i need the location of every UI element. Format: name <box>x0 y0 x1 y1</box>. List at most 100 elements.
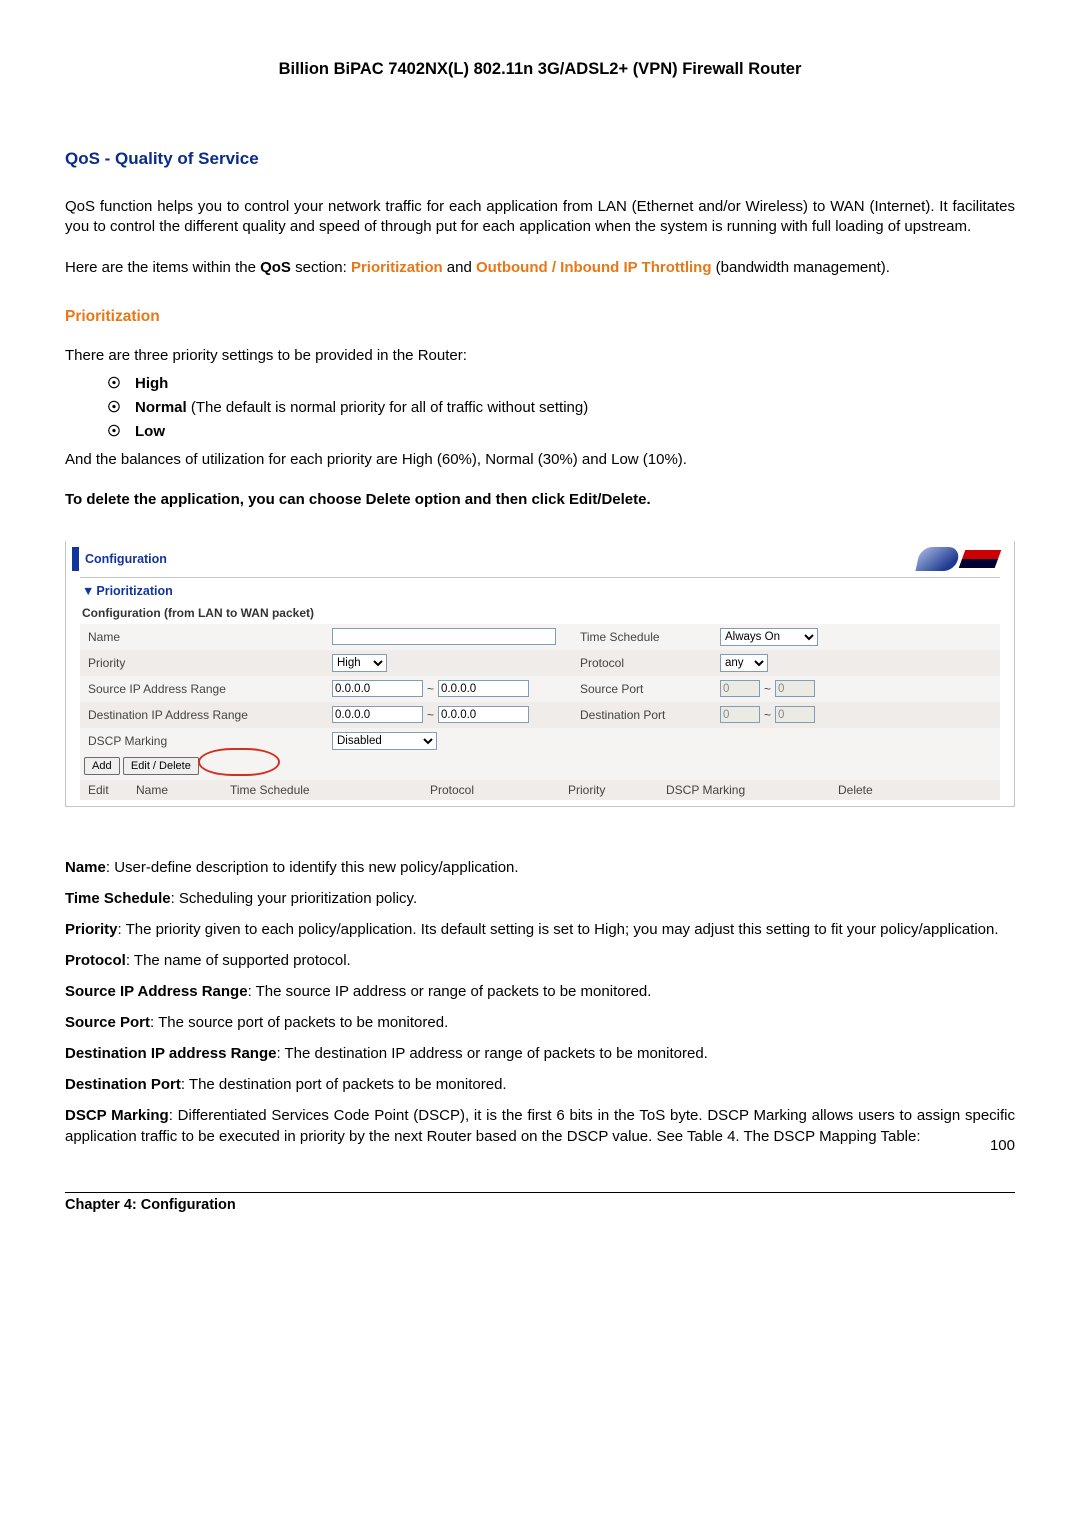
label-dscp: DSCP Marking <box>84 733 328 749</box>
def-desc: : The priority given to each policy/appl… <box>118 921 999 938</box>
triangle-down-icon: ▼ <box>82 584 94 598</box>
add-button[interactable]: Add <box>84 757 120 775</box>
footer-chapter: Chapter 4: Configuration <box>65 1197 236 1213</box>
bullet-normal-desc: (The default is normal priority for all … <box>187 399 589 416</box>
form-row-dest-ip: Destination IP Address Range ~ Destinati… <box>80 702 1000 728</box>
tilde-icon: ~ <box>762 708 773 722</box>
logo-swoosh-icon <box>915 547 960 571</box>
col-delete: Delete <box>834 783 902 797</box>
col-time-schedule: Time Schedule <box>226 783 426 797</box>
paragraph-delete-note: To delete the application, you can choos… <box>65 490 1015 510</box>
text: Here are the items within the <box>65 259 260 276</box>
def-term: Destination Port <box>65 1076 181 1093</box>
def-dest-ip: Destination IP address Range: The destin… <box>65 1043 1015 1064</box>
footer: Chapter 4: Configuration <box>65 1192 1015 1213</box>
bullet-icon: ☉ <box>107 374 121 392</box>
list-item: ☉ High <box>107 374 1015 392</box>
paragraph-items: Here are the items within the QoS sectio… <box>65 258 1015 278</box>
dest-ip-from-input[interactable] <box>332 706 423 723</box>
def-name: Name: User-define description to identif… <box>65 857 1015 878</box>
bullet-icon: ☉ <box>107 422 121 440</box>
protocol-select[interactable]: any <box>720 654 768 672</box>
def-term: Source Port <box>65 1014 150 1031</box>
def-dest-port: Destination Port: The destination port o… <box>65 1074 1015 1095</box>
logo-flag-icon <box>959 550 1002 568</box>
text: and <box>443 259 476 276</box>
label-dest-port: Destination Port <box>576 707 716 723</box>
sub-heading-prioritization: Prioritization <box>65 308 1015 326</box>
panel-section-title[interactable]: ▼Prioritization <box>80 577 1000 602</box>
dscp-select[interactable]: Disabled <box>332 732 437 750</box>
label-time-schedule: Time Schedule <box>576 629 716 645</box>
name-input[interactable] <box>332 628 556 645</box>
form-row-name: Name Time Schedule Always On <box>80 624 1000 650</box>
list-item: ☉ Low <box>107 422 1015 440</box>
list-item: ☉ Normal (The default is normal priority … <box>107 398 1015 416</box>
def-desc: : The name of supported protocol. <box>126 952 351 969</box>
section-heading-qos: QoS - Quality of Service <box>65 149 1015 169</box>
link-prioritization[interactable]: Prioritization <box>351 259 443 276</box>
paragraph-intro: QoS function helps you to control your n… <box>65 197 1015 238</box>
text: section: <box>291 259 351 276</box>
configuration-panel: Configuration ▼Prioritization Configurat… <box>65 541 1015 807</box>
page-number: 100 <box>990 1137 1015 1154</box>
def-term: Time Schedule <box>65 890 171 907</box>
label-name: Name <box>84 629 328 645</box>
label-source-port: Source Port <box>576 681 716 697</box>
def-protocol: Protocol: The name of supported protocol… <box>65 950 1015 971</box>
def-term: Priority <box>65 921 118 938</box>
col-protocol: Protocol <box>426 783 564 797</box>
header-title: Configuration <box>85 552 167 566</box>
source-port-from-input <box>720 680 760 697</box>
def-desc: : User-define description to identify th… <box>106 859 519 876</box>
definitions-block: Name: User-define description to identif… <box>65 857 1015 1147</box>
time-schedule-select[interactable]: Always On <box>720 628 818 646</box>
col-edit: Edit <box>84 783 132 797</box>
def-source-ip: Source IP Address Range: The source IP a… <box>65 981 1015 1002</box>
bullet-icon: ☉ <box>107 398 121 416</box>
def-desc: : The destination port of packets to be … <box>181 1076 507 1093</box>
label-priority: Priority <box>84 655 328 671</box>
priority-select[interactable]: High <box>332 654 387 672</box>
bullet-low: Low <box>135 423 165 440</box>
document-title: Billion BiPAC 7402NX(L) 802.11n 3G/ADSL2… <box>65 60 1015 79</box>
def-term: Protocol <box>65 952 126 969</box>
dest-ip-to-input[interactable] <box>438 706 529 723</box>
def-desc: : Differentiated Services Code Point (DS… <box>65 1107 1015 1145</box>
form-row-dscp: DSCP Marking Disabled <box>80 728 1000 754</box>
paragraph: And the balances of utilization for each… <box>65 450 1015 470</box>
def-term: Destination IP address Range <box>65 1045 276 1062</box>
def-desc: : Scheduling your prioritization policy. <box>171 890 418 907</box>
def-desc: : The source port of packets to be monit… <box>150 1014 448 1031</box>
tilde-icon: ~ <box>425 682 436 696</box>
def-term: Name <box>65 859 106 876</box>
dest-port-from-input <box>720 706 760 723</box>
link-throttling[interactable]: Outbound / Inbound IP Throttling <box>476 259 712 276</box>
def-desc: : The source IP address or range of pack… <box>248 983 652 1000</box>
source-port-to-input <box>775 680 815 697</box>
def-priority: Priority: The priority given to each pol… <box>65 919 1015 940</box>
button-row: Add Edit / Delete <box>80 754 1000 780</box>
paragraph: There are three priority settings to be … <box>65 346 1015 366</box>
brand-logo <box>918 545 1008 573</box>
tilde-icon: ~ <box>425 708 436 722</box>
form-row-source-ip: Source IP Address Range ~ Source Port ~ <box>80 676 1000 702</box>
panel-subtitle: Configuration (from LAN to WAN packet) <box>80 602 1000 624</box>
bullet-normal: Normal <box>135 399 187 416</box>
def-desc: : The destination IP address or range of… <box>276 1045 707 1062</box>
panel-header: Configuration <box>66 541 1014 577</box>
source-ip-from-input[interactable] <box>332 680 423 697</box>
tilde-icon: ~ <box>762 682 773 696</box>
def-term: DSCP Marking <box>65 1107 169 1124</box>
text-bold: QoS <box>260 259 291 276</box>
priority-bullet-list: ☉ High ☉ Normal (The default is normal pri… <box>65 374 1015 440</box>
header-accent-bar <box>72 547 79 571</box>
source-ip-to-input[interactable] <box>438 680 529 697</box>
col-dscp: DSCP Marking <box>662 783 834 797</box>
edit-delete-button[interactable]: Edit / Delete <box>123 757 199 775</box>
label-dest-ip: Destination IP Address Range <box>84 707 328 723</box>
form-row-priority: Priority High Protocol any <box>80 650 1000 676</box>
bullet-high: High <box>135 375 168 392</box>
def-dscp: DSCP Marking: Differentiated Services Co… <box>65 1105 1015 1147</box>
def-source-port: Source Port: The source port of packets … <box>65 1012 1015 1033</box>
